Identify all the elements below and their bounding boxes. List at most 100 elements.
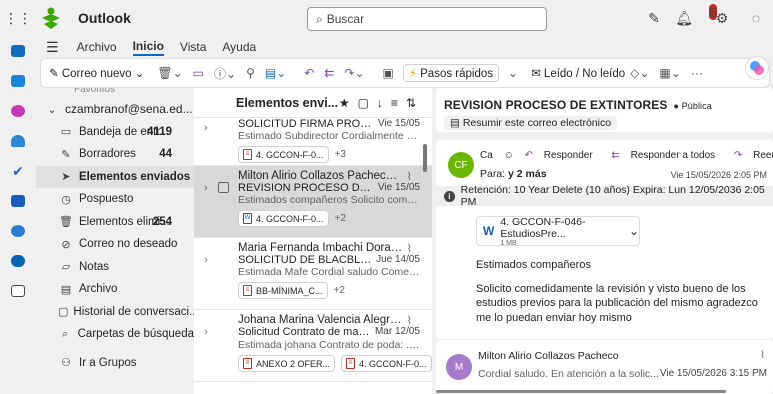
chevron-right-icon[interactable]: › (204, 254, 208, 266)
copilot-app-icon[interactable] (0, 96, 36, 126)
next-email-card[interactable]: M Milton Alirio Collazos Pacheco ⌇ Cordi… (436, 340, 773, 394)
report-icon[interactable]: ⓘ⌄ (214, 65, 236, 82)
quick-steps-button[interactable]: ⚡ Pasos rápidos (402, 64, 500, 82)
menu-inicio[interactable]: Inicio (132, 39, 164, 56)
subject-card: REVISION PROCESO DE EXTINTORES ● Pública … (436, 88, 773, 132)
sena-logo (38, 5, 64, 31)
attachment-card[interactable]: W 4. GCCON-F-046-EstudiosPre... 1 MB ⌄ (476, 216, 640, 247)
more-apps-icon[interactable] (0, 276, 36, 306)
chevron-down-icon[interactable]: ⌄ (508, 66, 518, 80)
message-subject: REVISION PROCESO DE EXTIN...Vie 15/05 (238, 182, 420, 194)
attachment-chip[interactable]: ≡ 4. GCCON-F-0... (341, 355, 432, 372)
gear-icon[interactable]: ⚙ (705, 10, 739, 27)
list-item[interactable]: › Johana Marina Valencia Alegria; Ari...… (194, 310, 432, 382)
move-icon[interactable]: ▤⌄ (265, 66, 286, 80)
info-icon: i (444, 190, 455, 202)
list-item[interactable]: › SOLICITUD FIRMA PROCESO ...Vie 15/05 E… (194, 118, 432, 166)
mail-app-icon[interactable] (0, 36, 36, 66)
select-checkbox[interactable] (218, 182, 229, 193)
message-subject: SOLICITUD DE BLACBLOX Y R...Jue 14/05 (238, 254, 420, 266)
calendar-app-icon[interactable] (0, 66, 36, 96)
chevron-down-icon[interactable]: ⌄ (629, 224, 639, 238)
chevron-right-icon[interactable]: › (204, 122, 208, 134)
recipients[interactable]: Para: y 2 más (480, 168, 547, 180)
email-card: CF Ca ☺ ↶ Responder ⇇ Responder a todos … (436, 140, 773, 339)
chevron-right-icon[interactable]: › (204, 182, 208, 194)
send-icon: ➤ (61, 171, 71, 184)
menu-ayuda[interactable]: Ayuda (222, 40, 256, 54)
menu-archivo[interactable]: Archivo (77, 40, 117, 54)
app-launcher-icon[interactable]: ⋮⋮ (0, 0, 36, 36)
attachment-chip[interactable]: ≡ ANEXO 2 OFER... (238, 355, 336, 372)
more-attachments: +2 (333, 285, 345, 296)
folder-pane: Favoritos ⌄ czambranof@sena.ed... ▭ Bandej… (36, 88, 194, 394)
jump-icon[interactable]: ↓ (377, 96, 391, 110)
new-mail-button[interactable]: ✎ Correo nuevo ⌄ (49, 66, 144, 80)
folder-archive[interactable]: ▤ Archivo (36, 278, 194, 301)
attachment-chip[interactable]: ≡ 4. GCCON-F-0... (238, 146, 329, 163)
sender-avatar[interactable]: CF (448, 152, 474, 178)
onedrive-app-icon[interactable] (0, 246, 36, 276)
forward-icon[interactable]: ↷⌄ (344, 66, 364, 80)
pdf-icon: ≡ (346, 358, 356, 369)
folder-inbox[interactable]: ▭ Bandeja de entr... 4119 (36, 121, 194, 144)
delete-icon[interactable]: 🗑︎⌄ (157, 66, 182, 80)
emoji-icon[interactable]: ☺ (504, 150, 514, 161)
read-unread-button[interactable]: ✉ Leído / No leído (531, 66, 625, 80)
reply-icon[interactable]: ↶ (304, 66, 314, 80)
forward-button[interactable]: ↷ Reenviar (734, 150, 773, 161)
history-folder-icon: ▢ (58, 306, 69, 319)
folder-snoozed[interactable]: ◷ Pospuesto (36, 188, 194, 211)
clock-icon: ◷ (61, 193, 71, 206)
copilot-icon[interactable] (745, 56, 769, 80)
reply-all-icon[interactable]: ⇇ (324, 66, 334, 80)
menu-vista[interactable]: Vista (180, 40, 206, 54)
attachment-chip[interactable]: ≡ BB-MÍNIMA_C... (238, 282, 328, 299)
search-placeholder: Buscar (326, 12, 365, 26)
email-date: Vie 15/05/2026 2:05 PM (670, 170, 767, 180)
sort-icon[interactable]: ⇅ (406, 96, 424, 110)
hamburger-icon[interactable]: ☰ (46, 39, 59, 56)
list-scrollbar[interactable] (423, 144, 427, 172)
folder-deleted[interactable]: 🗑︎ Elementos elimi... 254 (36, 211, 194, 234)
folder-junk[interactable]: ⊘ Correo no deseado (36, 233, 194, 256)
attachment-chip[interactable]: W 4. GCCON-F-0... (238, 210, 329, 227)
folder-drafts[interactable]: ✎ Borradores 44 (36, 143, 194, 166)
chevron-right-icon[interactable]: › (204, 326, 208, 338)
account-icon[interactable]: ◌ (739, 10, 773, 26)
view-icon[interactable]: ▦⌄ (659, 66, 680, 80)
sweep-icon[interactable]: ⚲ (246, 66, 255, 80)
message-preview: Estimados compañeros Solicito comedid... (238, 194, 420, 206)
folder-sent[interactable]: ➤ Elementos enviados (36, 165, 194, 188)
archive-icon[interactable]: ▭ (193, 66, 204, 80)
compose-draft-icon[interactable]: ✎ (637, 10, 671, 27)
greeting: Estimados compañeros (476, 259, 591, 271)
select-icon[interactable]: ▢ (358, 96, 377, 110)
chevron-down-icon: ⌄ (47, 103, 57, 116)
reply-all-button[interactable]: ⇇ Responder a todos (611, 150, 723, 161)
search-input[interactable]: ⌕ Buscar (307, 7, 547, 31)
list-item-selected[interactable]: › Milton Alirio Collazos Pacheco; Joha..… (194, 166, 432, 238)
favorite-icon[interactable]: ★ (339, 96, 358, 110)
teams-share-icon[interactable]: ▣ (383, 66, 394, 80)
bell-icon[interactable]: 🔔︎ 6 (671, 3, 717, 27)
more-options-icon[interactable]: ··· (691, 66, 703, 80)
list-item[interactable]: › Maria Fernanda Imbachi Dorado ⌇ SOLICI… (194, 238, 432, 310)
message-sender: Maria Fernanda Imbachi Dorado (238, 242, 403, 254)
folder-search-folders[interactable]: ⌕ Carpetas de búsqueda (36, 323, 194, 346)
todo-app-icon[interactable]: ✔ (0, 156, 36, 186)
folder-notes[interactable]: ▱ Notas (36, 256, 194, 279)
folder-conversation-history[interactable]: ▢ Historial de conversaci... (36, 301, 194, 324)
filter-icon[interactable]: ≡ (391, 96, 406, 110)
word-app-icon[interactable] (0, 186, 36, 216)
summarize-button[interactable]: ▤ Resumir este correo electrónico (444, 116, 618, 130)
go-to-groups[interactable]: ⚇ Ir a Grupos (36, 352, 194, 375)
teams-app-icon[interactable] (0, 216, 36, 246)
reply-button[interactable]: ↶ Responder (525, 150, 601, 161)
people-app-icon[interactable] (0, 126, 36, 156)
horizontal-scrollbar[interactable] (436, 390, 726, 393)
menu-bar: ☰ Archivo Inicio Vista Ayuda (36, 36, 272, 58)
groups-icon: ⚇ (61, 357, 71, 370)
account-header[interactable]: ⌄ czambranof@sena.ed... (36, 98, 194, 121)
tag-icon[interactable]: ◇⌄ (630, 66, 649, 80)
